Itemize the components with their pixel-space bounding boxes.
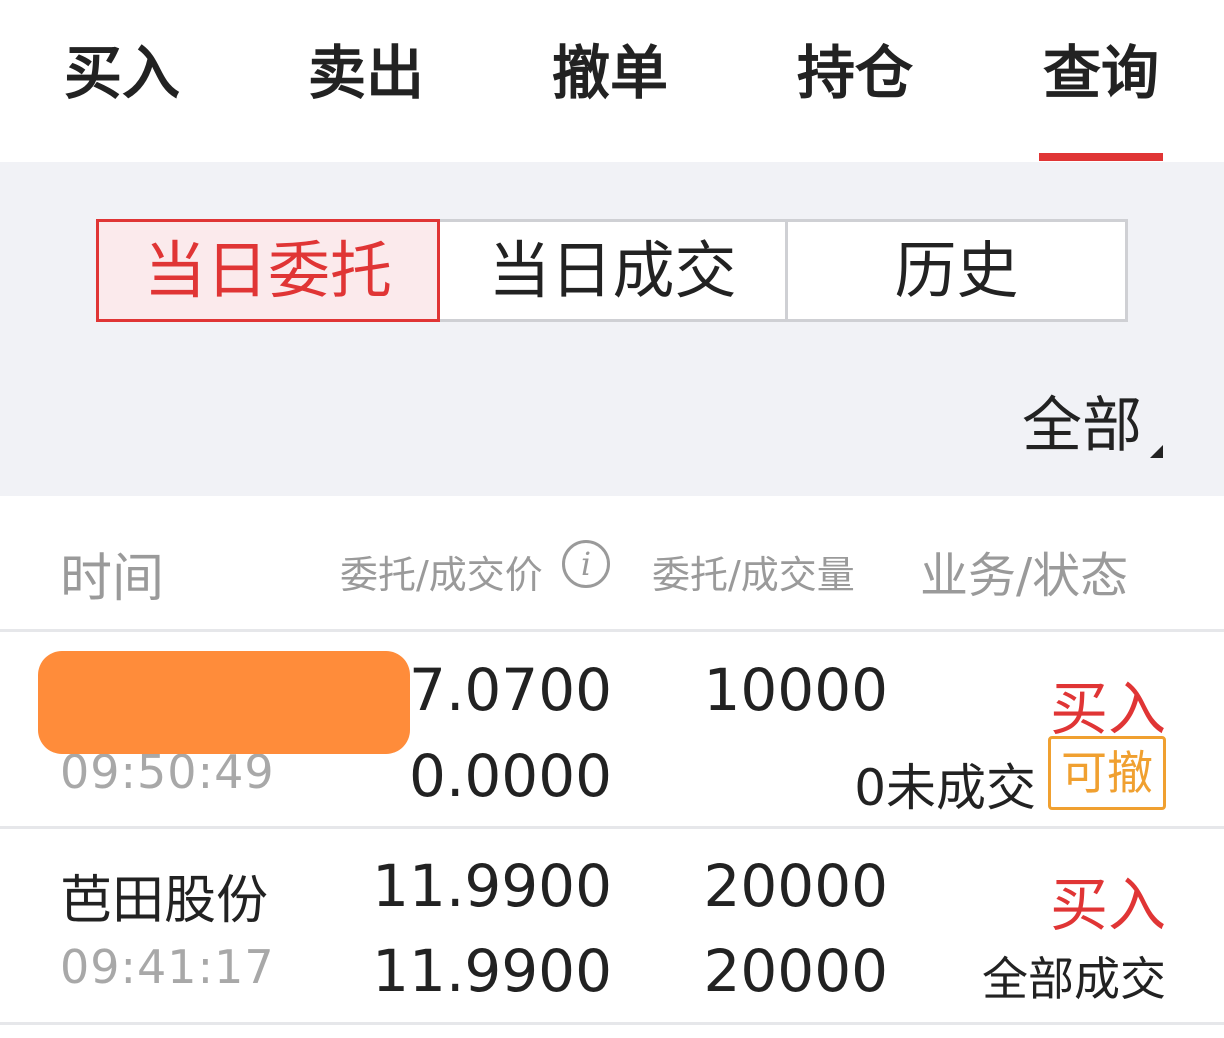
top-nav: 买入 卖出 撤单 持仓 查询 <box>0 0 1224 162</box>
order-price: 7.0700 <box>409 656 612 724</box>
order-status: 全部成交 <box>982 952 1166 1006</box>
tab-cancel-order[interactable]: 撤单 <box>546 36 674 110</box>
tab-query[interactable]: 查询 <box>1037 36 1165 110</box>
tab-buy[interactable]: 买入 <box>58 36 186 110</box>
order-time: 09:41:17 <box>60 940 275 994</box>
redacted-stock-name <box>38 651 410 754</box>
column-header-time: 时间 <box>60 549 165 609</box>
order-quantity: 20000 <box>703 852 888 920</box>
order-quantity: 10000 <box>703 656 888 724</box>
tab-sell[interactable]: 卖出 <box>302 36 430 110</box>
order-side: 买入 <box>1049 675 1166 743</box>
segment-today-trades[interactable]: 当日成交 <box>437 219 788 322</box>
cancelable-button[interactable]: 可撤 <box>1048 736 1166 810</box>
segment-history[interactable]: 历史 <box>785 219 1128 322</box>
column-header-qty: 委托/成交量 <box>652 553 855 597</box>
column-header-price: 委托/成交价 <box>340 553 543 597</box>
info-icon[interactable]: i <box>562 540 610 588</box>
fill-price: 0.0000 <box>409 742 612 810</box>
fill-price: 11.9900 <box>372 937 612 1005</box>
order-status: 0未成交 <box>854 759 1036 817</box>
dropdown-caret-icon[interactable] <box>1150 445 1163 458</box>
segment-today-orders[interactable]: 当日委托 <box>96 219 440 322</box>
order-price: 11.9900 <box>372 852 612 920</box>
fill-quantity: 20000 <box>703 937 888 1005</box>
column-header-status: 业务/状态 <box>920 548 1129 604</box>
active-tab-indicator <box>1039 153 1163 161</box>
order-side: 买入 <box>1049 871 1166 939</box>
scope-filter[interactable]: 全部 <box>1022 390 1142 462</box>
stock-name: 芭田股份 <box>60 871 269 931</box>
tab-positions[interactable]: 持仓 <box>791 36 919 110</box>
